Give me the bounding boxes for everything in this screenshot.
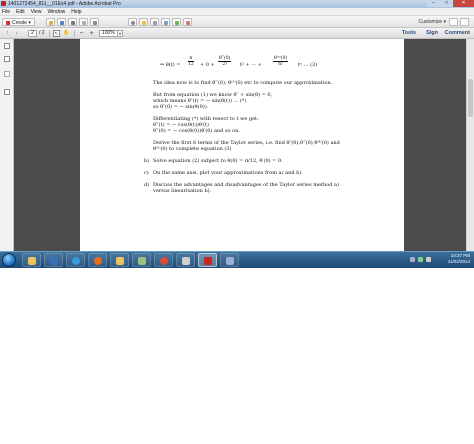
toolbar-divider: [74, 30, 75, 37]
equation-lhs: ⇒ θ(t) =: [160, 62, 181, 68]
comment-icon[interactable]: [139, 18, 148, 26]
explorer-icon[interactable]: [22, 253, 41, 267]
item-text: Solve equation (2) subject to θ(0) = π/1…: [153, 158, 283, 164]
pin-icon[interactable]: [449, 18, 458, 26]
files-icon[interactable]: [176, 253, 195, 267]
zoom-in-icon[interactable]: +: [88, 30, 95, 37]
toolbar-divider: [49, 30, 50, 37]
vertical-scrollbar[interactable]: [466, 39, 474, 251]
fraction-denominator: 12: [188, 62, 194, 67]
create-icon: [6, 20, 10, 25]
hand-tool-icon[interactable]: ✋: [63, 30, 70, 37]
page-number-input[interactable]: 2: [28, 30, 37, 37]
taylor-equation: ⇒ θ(t) = π 12 + 0 + θ‴(0) 2! t² + ··· + …: [160, 56, 400, 72]
item-text: versus linearisation b).: [153, 188, 212, 194]
select-tool-icon[interactable]: ↖: [53, 30, 60, 37]
maximize-button[interactable]: □: [440, 0, 453, 7]
bookmarks-icon[interactable]: [4, 56, 10, 62]
zoom-out-icon[interactable]: −: [78, 30, 85, 37]
tab-comment[interactable]: Comment: [445, 29, 470, 38]
minimize-button[interactable]: –: [427, 0, 440, 7]
menu-help[interactable]: Help: [71, 8, 81, 16]
equation-tail: tⁿ ... (3): [298, 62, 318, 68]
link-icon[interactable]: [161, 18, 170, 26]
menu-view[interactable]: View: [31, 8, 42, 16]
fraction-denominator: n!: [278, 62, 283, 67]
equation-t2: t² + ··· +: [240, 62, 262, 68]
main-toolbar: Create ▾ Customize ▾: [0, 16, 474, 28]
pdf-page: ⇒ θ(t) = π 12 + 0 + θ‴(0) 2! t² + ··· + …: [80, 39, 404, 251]
equation-fraction: θ‴(0) 2!: [218, 56, 232, 67]
email-icon[interactable]: [79, 18, 88, 26]
document-viewport[interactable]: ⇒ θ(t) = π 12 + 0 + θ‴(0) 2! t² + ··· + …: [14, 39, 474, 251]
tab-tools[interactable]: Tools: [402, 29, 416, 38]
menu-file[interactable]: File: [2, 8, 10, 16]
export-icon[interactable]: [90, 18, 99, 26]
form-icon[interactable]: [172, 18, 181, 26]
fraction-denominator: 2!: [222, 62, 228, 67]
create-button[interactable]: Create ▾: [2, 18, 35, 26]
system-tray: 10:27 PM 11/02/2014: [406, 252, 474, 268]
body-line: so θ″(0) = − sin(θ(0)).: [153, 104, 209, 110]
menu-window[interactable]: Window: [47, 8, 65, 16]
save-icon[interactable]: [57, 18, 66, 26]
print-icon[interactable]: [68, 18, 77, 26]
page-thumbnails-icon[interactable]: [4, 43, 10, 49]
windows-taskbar: 10:27 PM 11/02/2014: [0, 251, 474, 268]
item-label: c): [144, 170, 149, 176]
equation-fraction: π 12: [188, 56, 194, 67]
page-navigation-toolbar: ↑ ↓ 2 / 2 ↖ ✋ − + 100% ▾ Tools Sign Comm…: [0, 28, 474, 39]
volume-icon[interactable]: [426, 257, 431, 262]
tray-notification-icon[interactable]: [410, 257, 415, 262]
acrobat-icon[interactable]: [198, 253, 217, 267]
item-label: b): [144, 158, 150, 164]
equation-fraction: θ⁽ⁿ⁾(0) n!: [273, 56, 289, 67]
settings-icon[interactable]: [128, 18, 137, 26]
menu-bar: File Edit View Window Help: [0, 8, 474, 16]
item-label: d): [144, 182, 150, 188]
close-button[interactable]: ✕: [453, 0, 474, 7]
zoom-dropdown-icon[interactable]: ▾: [117, 30, 123, 37]
create-label: Create: [12, 20, 28, 26]
open-icon[interactable]: [46, 18, 55, 26]
network-icon[interactable]: [418, 257, 423, 262]
start-button-icon[interactable]: [2, 253, 16, 267]
customize-label: Customize: [418, 19, 443, 25]
body-line: θ‴(0) = − cos(θ(0))θ′(0) and so on.: [153, 128, 241, 134]
page-total: / 2: [39, 30, 45, 36]
next-page-icon[interactable]: ↓: [13, 30, 20, 37]
prev-page-icon[interactable]: ↑: [4, 30, 11, 37]
menu-edit[interactable]: Edit: [16, 8, 25, 16]
navigation-pane: [0, 39, 14, 251]
tab-sign[interactable]: Sign: [426, 29, 438, 38]
taskbar-clock[interactable]: 10:27 PM 11/02/2014: [448, 253, 470, 265]
acrobat-window: 1401272454_811__01Ex4.pdf - Adobe Acroba…: [0, 0, 474, 268]
expand-icon[interactable]: [460, 18, 469, 26]
signatures-icon[interactable]: [4, 71, 10, 77]
firefox-icon[interactable]: [88, 253, 107, 267]
body-line: θ⁽⁵⁾(0) to complete equation (3): [153, 146, 232, 152]
share-icon[interactable]: [183, 18, 192, 26]
equation-middle: + 0 +: [200, 62, 215, 68]
body-line: The idea now is to find θ‴(0), θ⁽³⁾(0) e…: [153, 80, 333, 86]
attachments-icon[interactable]: [4, 89, 10, 95]
clock-date: 11/02/2014: [447, 259, 470, 264]
chrome-icon[interactable]: [154, 253, 173, 267]
customize-menu[interactable]: Customize ▾: [418, 18, 446, 26]
acrobat-app-icon: [1, 1, 6, 6]
ie-icon[interactable]: [66, 253, 85, 267]
media-icon[interactable]: [220, 253, 239, 267]
folder-icon[interactable]: [110, 253, 129, 267]
word-icon[interactable]: [44, 253, 63, 267]
photos-icon[interactable]: [132, 253, 151, 267]
item-text: On the same axis, plot your approximatio…: [153, 170, 303, 176]
zoom-level-input[interactable]: 100%: [99, 30, 118, 37]
stamp-icon[interactable]: [150, 18, 159, 26]
scrollbar-thumb[interactable]: [468, 79, 473, 117]
